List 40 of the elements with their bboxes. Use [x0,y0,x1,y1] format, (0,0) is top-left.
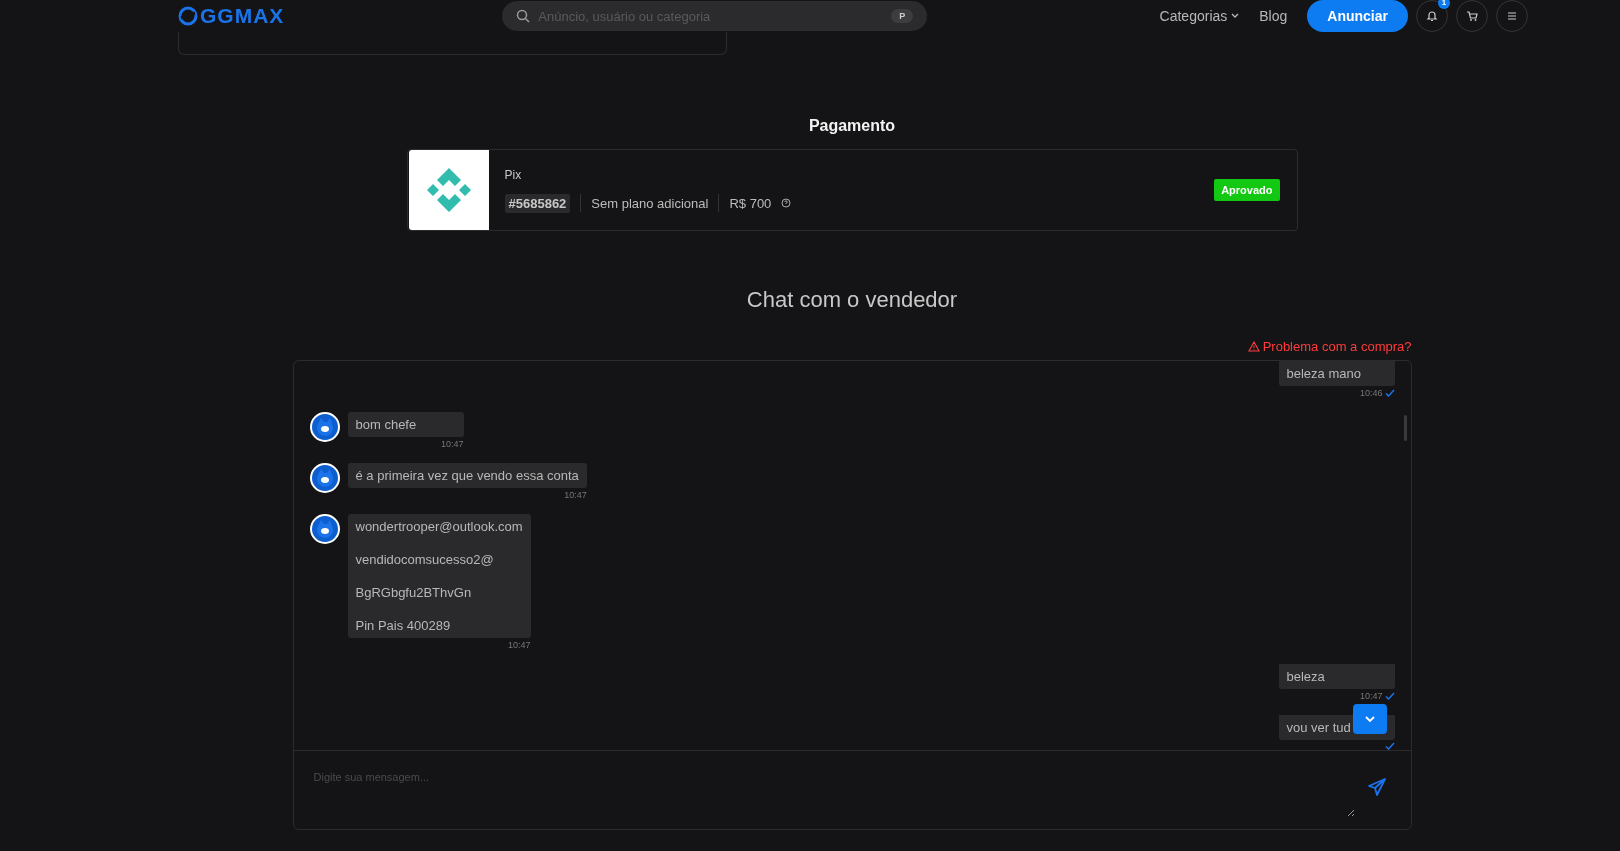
message-time: 10:47 [564,490,587,500]
message-time: 10:47 [440,439,464,449]
amount: R$ 700 [729,195,772,211]
bell-icon [1426,10,1438,22]
message-bubble: bom chefe [347,412,464,437]
payment-method: Pix [504,167,523,182]
send-icon [1366,777,1387,797]
chat-title: Chat com o vendedor [746,287,958,313]
status-badge: Aprovado [1214,179,1280,201]
order-id: #5685862 [504,193,571,213]
message-bubble: beleza [1278,664,1395,689]
message-bubble: beleza mano [1278,361,1395,386]
logo-icon [178,6,198,26]
message-time: 10:47 [1359,691,1383,701]
report-problem-link[interactable]: Problema com a compra? [1247,339,1412,354]
logo-text: GGMAX [200,4,285,28]
categories-menu[interactable]: Categorias [1159,8,1240,24]
help-icon[interactable] [781,198,792,208]
message-bubble: wondertrooper@outlook.com vendidocomsucesso2@ BgRGbgfu2BThvGn Pin Pais 400289 [347,514,531,638]
announce-button[interactable]: Anunciar [1307,0,1408,32]
menu-icon [1506,10,1518,22]
avatar-icon [309,412,340,442]
avatar-icon [309,514,340,544]
message-time: 10:47 [508,640,531,650]
blog-link[interactable]: Blog [1259,8,1288,24]
logo[interactable]: GGMAX [178,4,285,28]
cart-icon [1466,10,1478,22]
warning-icon [1247,341,1260,352]
chevron-down-icon [1363,715,1376,723]
scrollbar[interactable] [1403,415,1407,441]
message-time: 10:46 [1359,388,1383,398]
caret-icon [1231,13,1240,19]
search-icon [516,9,531,23]
section-title: Pagamento [808,117,896,135]
plan-label: Sem plano adicional [591,195,709,211]
notification-badge: 1 [1438,0,1450,9]
avatar-icon [309,463,340,493]
message-bubble: é a primeira vez que vendo essa conta [347,463,587,488]
shortcut-key: P [891,9,914,23]
scroll-down-button[interactable] [1352,704,1387,734]
